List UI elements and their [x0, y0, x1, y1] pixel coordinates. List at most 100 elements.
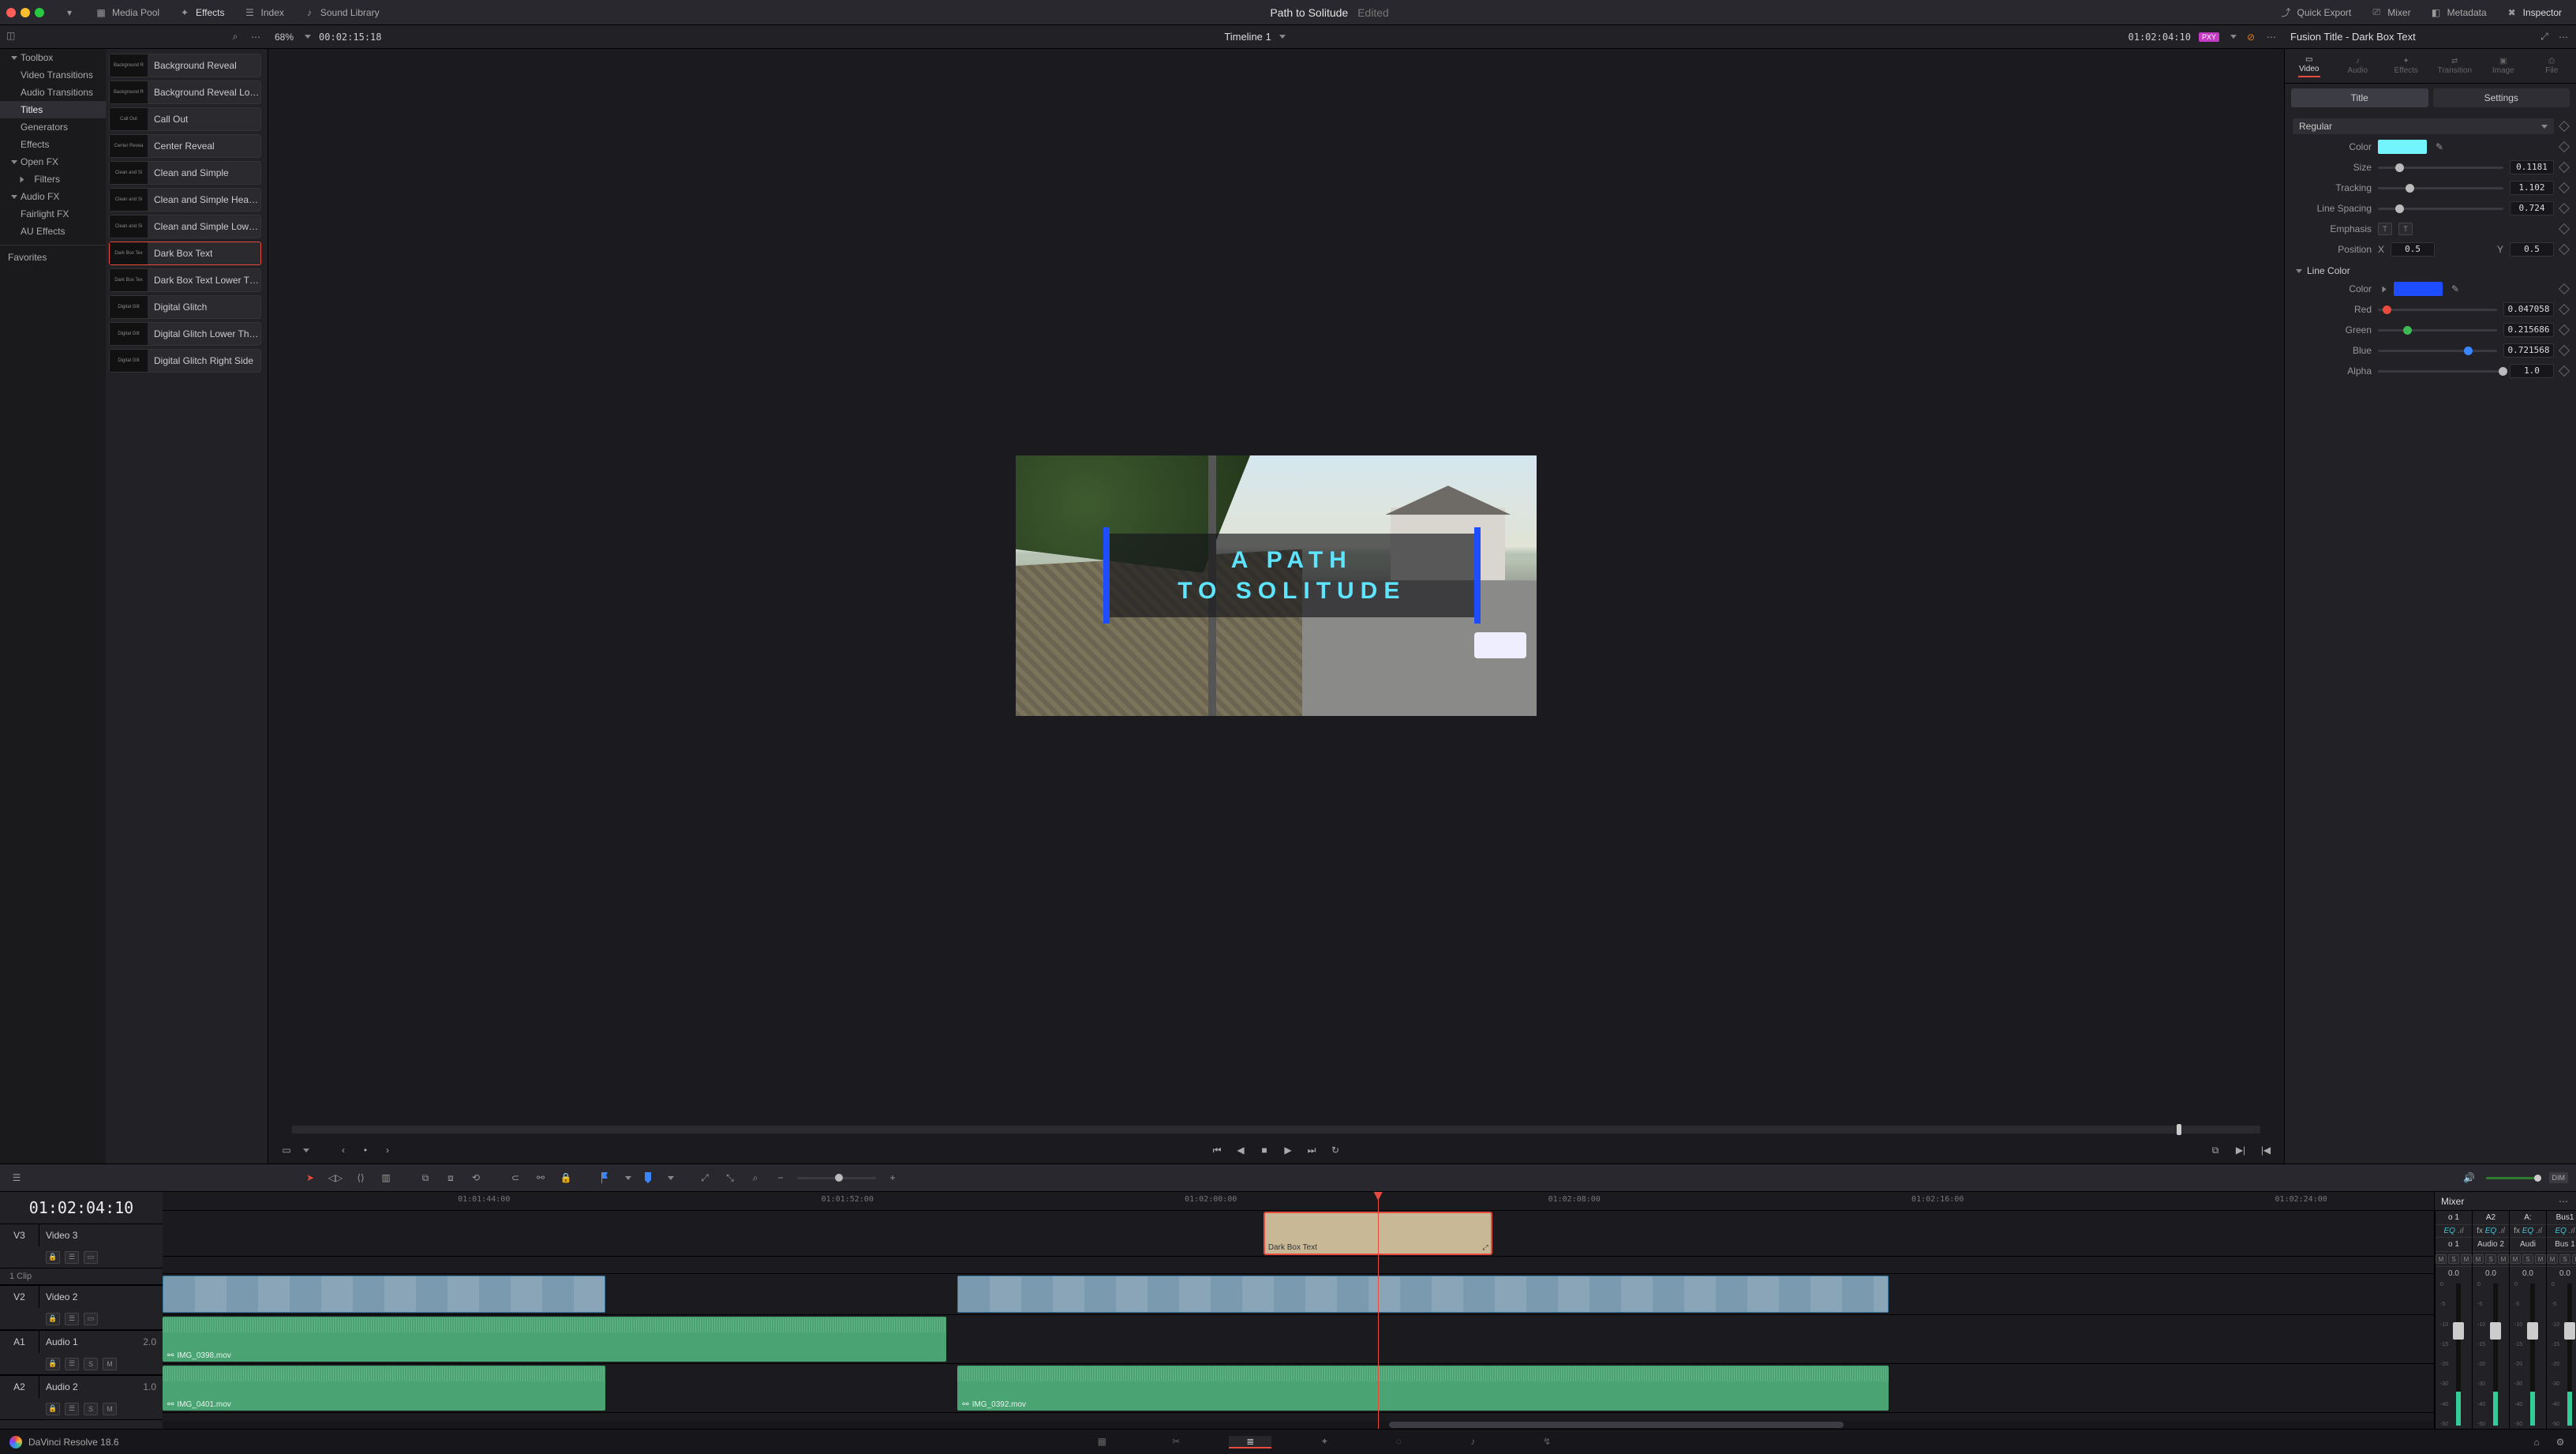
keyframe-icon[interactable]	[2559, 283, 2570, 294]
play-icon[interactable]: ▶	[1279, 1141, 1297, 1159]
bypass-icon[interactable]: ⊘	[2245, 31, 2257, 43]
effect-item[interactable]: Center ReveaCenter Reveal	[109, 134, 261, 158]
metadata-button[interactable]: ◧ Metadata	[2422, 3, 2495, 22]
options-icon[interactable]: ⋯	[249, 31, 262, 43]
snap-icon[interactable]: ⊂	[507, 1169, 524, 1186]
index-button[interactable]: ☰ Index	[236, 3, 292, 22]
video-clip[interactable]	[957, 1276, 1889, 1313]
tree-audio-transitions[interactable]: Audio Transitions	[0, 84, 106, 101]
prev-marker-icon[interactable]: ‹	[335, 1141, 352, 1159]
auto-select-icon[interactable]: ☰	[65, 1251, 79, 1264]
blue-slider[interactable]	[2378, 350, 2497, 352]
timeline-scrollbar[interactable]	[163, 1421, 2434, 1429]
tree-audiofx[interactable]: Audio FX	[0, 188, 106, 205]
chevron-right-icon[interactable]	[2383, 286, 2387, 292]
inspector-tab-video[interactable]: ▭Video	[2285, 49, 2334, 83]
keyframe-icon[interactable]	[2559, 345, 2570, 356]
channel-fader[interactable]: 0-5-10-15-20-30-40-50	[2473, 1280, 2509, 1429]
auto-select-icon[interactable]: ☰	[65, 1313, 79, 1325]
timeline-tracks[interactable]: 01:01:44:00 01:01:52:00 01:02:00:00 01:0…	[163, 1192, 2434, 1429]
options-icon[interactable]: ⋯	[2557, 1195, 2570, 1208]
scrub-thumb[interactable]	[2177, 1124, 2181, 1135]
keyframe-icon[interactable]	[2559, 203, 2570, 214]
mixer-channel[interactable]: A:fx EQ .ılAudiMSM0.00-5-10-15-20-30-40-…	[2509, 1211, 2546, 1429]
skip-back-icon[interactable]: |◀	[2257, 1141, 2275, 1159]
inspector-tab-file[interactable]: ⎙File	[2528, 49, 2576, 83]
video-toggle-icon[interactable]: ▭	[84, 1313, 98, 1325]
timeline-name[interactable]: Timeline 1	[1224, 31, 1271, 43]
speaker-icon[interactable]: 🔊	[2461, 1169, 2478, 1186]
track-header-v3[interactable]: V3 Video 3	[0, 1224, 163, 1246]
effects-button[interactable]: ✦ Effects	[170, 3, 232, 22]
lock-icon[interactable]: 🔒	[46, 1403, 60, 1415]
video-clip[interactable]	[163, 1276, 605, 1313]
keyframe-icon[interactable]	[2559, 324, 2570, 335]
effect-item[interactable]: Dark Box TexDark Box Text	[109, 242, 261, 265]
home-icon[interactable]: ⌂	[2530, 1436, 2543, 1448]
mute-button[interactable]: M	[2572, 1254, 2576, 1264]
track-lane-v2[interactable]	[163, 1274, 2434, 1315]
panel-toggle-icon[interactable]: ◫	[6, 30, 21, 44]
auto-select-icon[interactable]: ☰	[65, 1403, 79, 1415]
mute-button[interactable]: M	[103, 1358, 117, 1370]
tree-toolbox[interactable]: Toolbox	[0, 49, 106, 66]
mixer-channel[interactable]: o 1EQ .ılo 1MSM0.00-5-10-15-20-30-40-50	[2435, 1211, 2472, 1429]
gear-icon[interactable]: ⚙	[2554, 1436, 2567, 1448]
page-color-icon[interactable]: ◌	[1377, 1436, 1420, 1447]
chevron-down-icon[interactable]	[305, 35, 311, 39]
mute-button[interactable]: M	[2461, 1254, 2472, 1264]
effect-item[interactable]: Call OutCall Out	[109, 107, 261, 131]
tree-generators[interactable]: Generators	[0, 118, 106, 136]
zoom-slider[interactable]	[797, 1177, 876, 1179]
mixer-channel[interactable]: Bus1EQ .ılBus 1MSM0.00-5-10-15-20-30-40-…	[2546, 1211, 2576, 1429]
page-cut-icon[interactable]: ✂	[1155, 1436, 1197, 1447]
zoom-percent[interactable]: 68%	[275, 32, 294, 43]
tree-titles[interactable]: Titles	[0, 101, 106, 118]
solo-button[interactable]: S	[2448, 1254, 2459, 1264]
chevron-down-icon[interactable]	[668, 1176, 674, 1180]
replace-icon[interactable]: ⟲	[467, 1169, 485, 1186]
zoom-detail-icon[interactable]: ⤡	[721, 1169, 739, 1186]
keyframe-icon[interactable]	[2559, 162, 2570, 173]
blade-tool-icon[interactable]: ▥	[377, 1169, 395, 1186]
trim-tool-icon[interactable]: ◁▷	[327, 1169, 344, 1186]
size-slider[interactable]	[2378, 167, 2503, 169]
chevron-down-icon[interactable]	[1279, 35, 1286, 39]
mixer-channel[interactable]: A2fx EQ .ılAudio 2MSM0.00-5-10-15-20-30-…	[2472, 1211, 2509, 1429]
line-color-section[interactable]: Line Color	[2293, 265, 2568, 276]
tree-favorites[interactable]: Favorites	[0, 245, 106, 266]
keyframe-icon[interactable]	[2559, 365, 2570, 377]
lock-icon[interactable]: 🔒	[557, 1169, 575, 1186]
keyframe-icon[interactable]	[2559, 223, 2570, 234]
subtab-settings[interactable]: Settings	[2433, 88, 2570, 107]
inspector-tab-transition[interactable]: ⇄Transition	[2431, 49, 2480, 83]
tree-fairlight[interactable]: Fairlight FX	[0, 205, 106, 223]
chevron-down-icon[interactable]	[303, 1149, 309, 1152]
red-slider[interactable]	[2378, 309, 2497, 311]
effect-item[interactable]: Digital GlitDigital Glitch	[109, 295, 261, 319]
green-slider[interactable]	[2378, 329, 2497, 332]
marker-icon[interactable]	[639, 1169, 657, 1186]
tree-openfx[interactable]: Open FX	[0, 153, 106, 171]
blue-value[interactable]: 0.721568	[2503, 343, 2554, 358]
linespacing-slider[interactable]	[2378, 208, 2503, 210]
page-media-icon[interactable]: ▦	[1080, 1436, 1123, 1447]
mute-button[interactable]: M	[2436, 1254, 2447, 1264]
page-deliver-icon[interactable]: ↯	[1526, 1436, 1568, 1447]
color-swatch[interactable]	[2378, 140, 2427, 154]
skip-fwd-icon[interactable]: ▶|	[2232, 1141, 2249, 1159]
chevron-down-icon[interactable]	[2230, 35, 2237, 39]
arrow-tool-icon[interactable]: ➤	[301, 1169, 319, 1186]
eyedropper-icon[interactable]: ✎	[2433, 141, 2446, 153]
pos-y-value[interactable]: 0.5	[2510, 242, 2554, 257]
page-edit-icon[interactable]: ≣	[1229, 1436, 1271, 1448]
insert-icon[interactable]: ⧉	[417, 1169, 434, 1186]
track-tag[interactable]: V3	[0, 1224, 39, 1246]
options-icon[interactable]: ⋯	[2557, 31, 2570, 43]
chevron-down-icon[interactable]	[625, 1176, 631, 1180]
zoom-full-icon[interactable]: ⤢	[696, 1169, 713, 1186]
channel-eq[interactable]: EQ .ıl	[2436, 1225, 2472, 1238]
minimize-window-icon[interactable]	[21, 8, 30, 17]
inspector-button[interactable]: ✖ Inspector	[2498, 3, 2570, 22]
red-value[interactable]: 0.047058	[2503, 302, 2554, 317]
